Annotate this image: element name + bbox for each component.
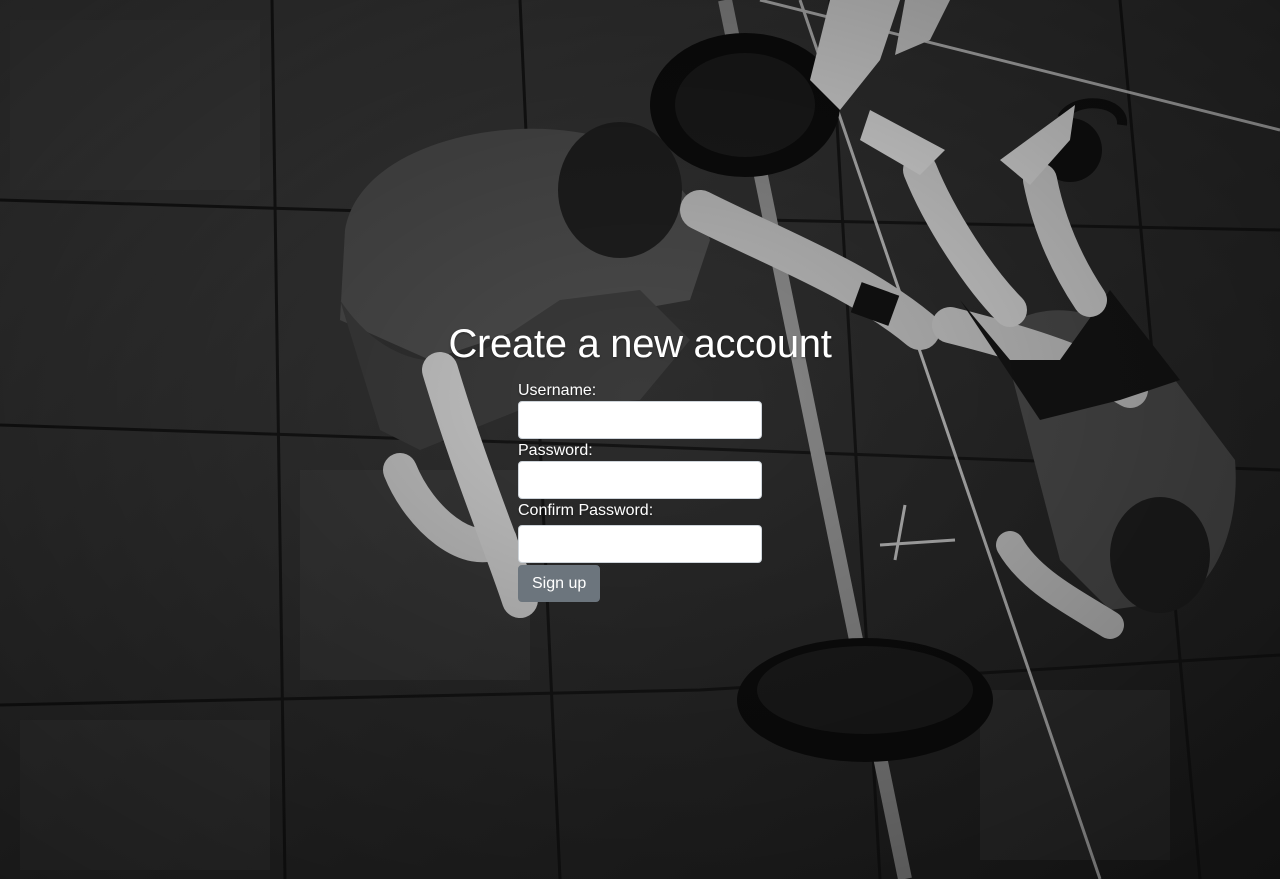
sign-up-button[interactable]: Sign up	[518, 565, 601, 602]
password-label: Password:	[518, 442, 593, 459]
confirm-password-label: Confirm Password:	[518, 502, 654, 519]
confirm-password-input[interactable]	[518, 525, 762, 563]
username-label: Username:	[518, 382, 597, 399]
signup-page: Create a new account Username: Password:…	[0, 0, 1280, 879]
page-title: Create a new account	[448, 322, 832, 366]
password-input[interactable]	[518, 461, 762, 499]
username-input[interactable]	[518, 401, 762, 439]
signup-form: Username: Password: Confirm Password: Si…	[518, 381, 762, 602]
